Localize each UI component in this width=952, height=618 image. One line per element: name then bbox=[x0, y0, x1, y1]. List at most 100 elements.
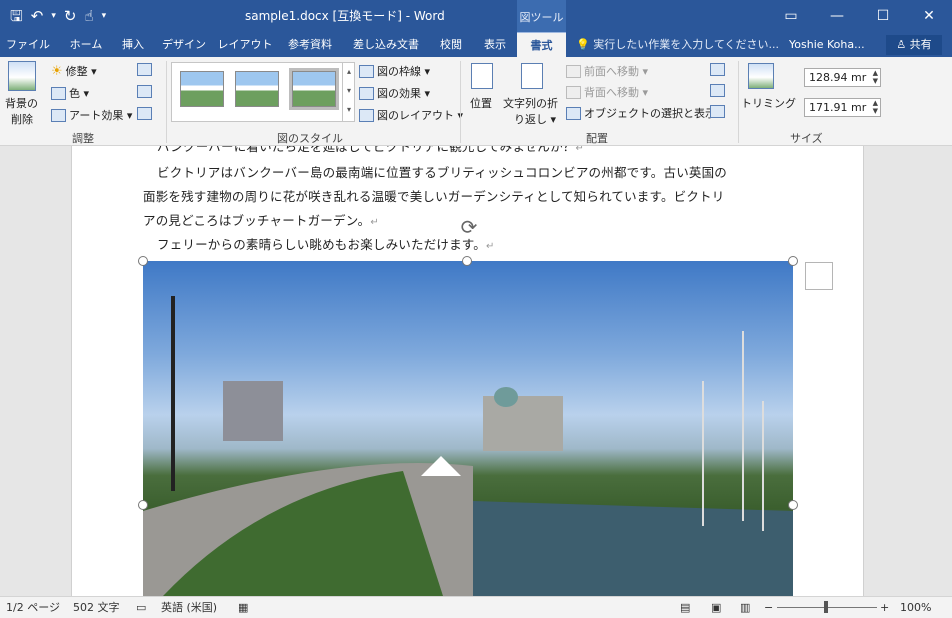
print-layout-icon[interactable]: ▣ bbox=[711, 597, 721, 618]
page-count[interactable]: 1/2 ページ bbox=[6, 597, 60, 618]
send-backward-button[interactable]: 背面へ移動 ▾ bbox=[566, 84, 648, 100]
minimize-button[interactable]: — bbox=[814, 0, 860, 32]
artistic-effects-button[interactable]: アート効果 ▾ bbox=[51, 107, 132, 123]
line-text: アの見どころはブッチャートガーデン。 bbox=[143, 213, 371, 228]
remove-background-button-line2[interactable]: 削除 bbox=[11, 111, 33, 127]
tell-me-search[interactable]: 💡 実行したい作業を入力してください... bbox=[576, 32, 779, 57]
zoom-slider-knob[interactable] bbox=[824, 601, 828, 613]
selection-pane-button[interactable]: オブジェクトの選択と表示 bbox=[566, 105, 716, 121]
customize-qat-icon[interactable]: ▾ bbox=[102, 0, 107, 32]
change-picture-icon bbox=[137, 85, 152, 98]
redo-icon[interactable]: ↻ bbox=[64, 0, 77, 32]
touch-mode-icon[interactable]: ☝ bbox=[84, 0, 93, 32]
tab-format[interactable]: 書式 bbox=[517, 32, 566, 57]
save-icon[interactable]: 🖫 bbox=[10, 0, 23, 32]
position-button[interactable]: 位置 bbox=[470, 95, 492, 111]
styles-group-label: 図のスタイル bbox=[277, 132, 343, 145]
artistic-effects-label: アート効果 ▾ bbox=[69, 109, 133, 122]
tab-design[interactable]: デザイン bbox=[158, 32, 210, 57]
title-bar: 🖫 ↶ ▾ ↻ ☝ ▾ sample1.docx [互換モード] - Word … bbox=[0, 0, 952, 32]
picture-effects-label: 図の効果 ▾ bbox=[377, 87, 431, 100]
picture-style-thumb[interactable] bbox=[180, 71, 224, 107]
width-value: 171.91 mr bbox=[809, 101, 867, 114]
bring-forward-label: 前面へ移動 ▾ bbox=[584, 65, 649, 78]
undo-icon[interactable]: ↶ bbox=[31, 0, 44, 32]
ribbon-display-options-button[interactable]: ▭ bbox=[768, 0, 814, 32]
tab-file[interactable]: ファイル bbox=[2, 32, 54, 57]
align-button[interactable] bbox=[710, 63, 725, 76]
gallery-scroll[interactable]: ▴ ▾ ▾ bbox=[342, 62, 355, 122]
zoom-in-icon[interactable]: + bbox=[880, 597, 889, 618]
read-mode-icon[interactable]: ▤ bbox=[680, 597, 690, 618]
resize-handle[interactable] bbox=[138, 500, 148, 510]
status-bar: 1/2 ページ 502 文字 ▭ 英語 (米国) ▦ ▤ ▣ ▥ − + 100… bbox=[0, 596, 952, 618]
wrap-text-button-line1[interactable]: 文字列の折 bbox=[503, 95, 558, 111]
wrap-text-button-line2[interactable]: り返し ▾ bbox=[514, 111, 556, 127]
bring-forward-button[interactable]: 前面へ移動 ▾ bbox=[566, 63, 648, 79]
tab-view[interactable]: 表示 bbox=[476, 32, 514, 57]
layout-icon bbox=[359, 108, 374, 122]
user-account[interactable]: Yoshie Koha... bbox=[789, 32, 865, 57]
tab-home[interactable]: ホーム bbox=[62, 32, 110, 57]
height-spinner[interactable]: ▲ ▼ bbox=[873, 69, 878, 85]
reset-picture-button[interactable] bbox=[137, 107, 152, 120]
picture-style-thumb[interactable] bbox=[235, 71, 279, 107]
resize-handle[interactable] bbox=[462, 256, 472, 266]
resize-handle[interactable] bbox=[788, 500, 798, 510]
tab-layout[interactable]: レイアウト bbox=[215, 32, 275, 57]
resize-handle[interactable] bbox=[138, 256, 148, 266]
selected-picture[interactable] bbox=[143, 261, 793, 596]
proofing-icon[interactable]: ▭ bbox=[136, 597, 146, 618]
picture-effects-button[interactable]: 図の効果 ▾ bbox=[359, 85, 430, 101]
layout-options-button[interactable] bbox=[805, 262, 833, 290]
undo-dropdown-icon[interactable]: ▾ bbox=[51, 0, 56, 32]
separator bbox=[738, 61, 739, 143]
tab-mailings[interactable]: 差し込み文書 bbox=[346, 32, 426, 57]
zoom-level[interactable]: 100% bbox=[900, 597, 931, 618]
height-input[interactable]: 128.94 mr ▲ ▼ bbox=[804, 68, 881, 87]
picture-style-thumb-selected[interactable] bbox=[289, 68, 339, 110]
picture-layout-button[interactable]: 図のレイアウト ▾ bbox=[359, 107, 463, 123]
picture-styles-gallery[interactable] bbox=[171, 62, 355, 122]
width-spinner[interactable]: ▲ ▼ bbox=[873, 99, 878, 115]
maximize-button[interactable]: ☐ bbox=[860, 0, 906, 32]
artistic-effects-icon bbox=[51, 108, 66, 122]
picture-tools-label: 図ツール bbox=[517, 0, 566, 32]
remove-background-icon bbox=[8, 61, 36, 91]
group-icon bbox=[710, 84, 725, 97]
send-backward-label: 背面へ移動 ▾ bbox=[584, 86, 649, 99]
quick-access-toolbar: 🖫 ↶ ▾ ↻ ☝ ▾ bbox=[10, 0, 106, 32]
share-button[interactable]: ♙ 共有 bbox=[886, 35, 942, 55]
tab-insert[interactable]: 挿入 bbox=[114, 32, 152, 57]
arrange-group-label: 配置 bbox=[586, 132, 608, 145]
remove-background-button-line1[interactable]: 背景の bbox=[5, 95, 38, 111]
picture-border-button[interactable]: 図の枠線 ▾ bbox=[359, 63, 430, 79]
document-line-3: 面影を残す建物の周りに花が咲き乱れる温暖で美しいガーデンシティとして知られていま… bbox=[143, 189, 725, 204]
corrections-button[interactable]: ☀ 修整 ▾ bbox=[51, 63, 97, 79]
color-button[interactable]: 色 ▾ bbox=[51, 85, 89, 101]
resize-handle[interactable] bbox=[788, 256, 798, 266]
align-icon bbox=[710, 63, 725, 76]
tab-review[interactable]: 校閲 bbox=[432, 32, 470, 57]
crop-button[interactable]: トリミング bbox=[741, 95, 796, 111]
macro-record-icon[interactable]: ▦ bbox=[238, 597, 248, 618]
zoom-out-icon[interactable]: − bbox=[764, 597, 773, 618]
change-picture-button[interactable] bbox=[137, 85, 152, 98]
bring-forward-icon bbox=[566, 64, 581, 78]
rotate-button[interactable] bbox=[710, 105, 725, 118]
tab-references[interactable]: 参考資料 bbox=[280, 32, 340, 57]
send-backward-icon bbox=[566, 85, 581, 99]
sun-icon: ☀ bbox=[51, 63, 63, 79]
web-layout-icon[interactable]: ▥ bbox=[740, 597, 750, 618]
width-input[interactable]: 171.91 mr ▲ ▼ bbox=[804, 98, 881, 117]
pen-icon bbox=[359, 64, 374, 78]
word-count[interactable]: 502 文字 bbox=[73, 597, 120, 618]
group-button[interactable] bbox=[710, 84, 725, 97]
color-label: 色 ▾ bbox=[69, 87, 90, 100]
language-status[interactable]: 英語 (米国) bbox=[161, 597, 217, 618]
compress-pictures-button[interactable] bbox=[137, 63, 152, 76]
rotation-handle-icon[interactable]: ⟳ bbox=[457, 215, 481, 239]
close-button[interactable]: ✕ bbox=[906, 0, 952, 32]
paragraph-mark: ↵ bbox=[575, 146, 585, 154]
adjust-group-label: 調整 bbox=[72, 132, 94, 145]
